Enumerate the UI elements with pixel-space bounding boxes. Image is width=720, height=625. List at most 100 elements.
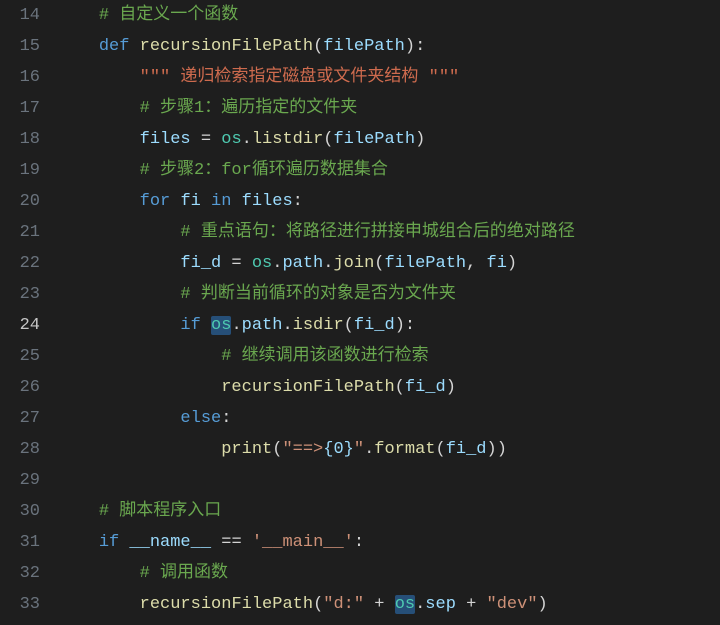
code-token: print <box>221 440 272 459</box>
code-token: ) <box>446 378 456 397</box>
line-number: 20 <box>0 186 58 217</box>
code-token: # 调用函数 <box>140 564 228 583</box>
code-token: : <box>354 533 364 552</box>
code-content[interactable]: """ 递归检索指定磁盘或文件夹结构 """ <box>58 62 720 93</box>
code-content[interactable]: def recursionFilePath(filePath): <box>58 31 720 62</box>
code-line[interactable]: 21 # 重点语句：将路径进行拼接申城组合后的绝对路径 <box>0 217 720 248</box>
code-token: ) <box>395 316 405 335</box>
code-line[interactable]: 17 # 步骤1：遍历指定的文件夹 <box>0 93 720 124</box>
code-token: . <box>282 316 292 335</box>
code-line[interactable]: 25 # 继续调用该函数进行检索 <box>0 341 720 372</box>
code-token: = <box>221 254 252 273</box>
code-line[interactable]: 33 recursionFilePath("d:" + os.sep + "de… <box>0 589 720 620</box>
code-content[interactable]: recursionFilePath("d:" + os.sep + "dev") <box>58 589 720 620</box>
code-line[interactable]: 20 for fi in files: <box>0 186 720 217</box>
code-content[interactable]: fi_d = os.path.join(filePath, fi) <box>58 248 720 279</box>
code-line[interactable]: 22 fi_d = os.path.join(filePath, fi) <box>0 248 720 279</box>
line-number: 27 <box>0 403 58 434</box>
code-token: fi_d <box>446 440 487 459</box>
line-number: 25 <box>0 341 58 372</box>
line-number: 14 <box>0 0 58 31</box>
line-number: 23 <box>0 279 58 310</box>
code-content[interactable]: # 重点语句：将路径进行拼接申城组合后的绝对路径 <box>58 217 720 248</box>
code-token: " <box>354 440 364 459</box>
code-token: . <box>323 254 333 273</box>
code-token: path <box>282 254 323 273</box>
code-token <box>58 37 99 56</box>
code-token <box>119 533 129 552</box>
code-token: # 步骤2：for循环遍历数据集合 <box>140 161 388 180</box>
code-token: . <box>231 316 241 335</box>
code-content[interactable]: files = os.listdir(filePath) <box>58 124 720 155</box>
code-line[interactable]: 32 # 调用函数 <box>0 558 720 589</box>
code-token <box>231 192 241 211</box>
code-token <box>58 192 140 211</box>
code-content[interactable]: # 自定义一个函数 <box>58 0 720 31</box>
code-line[interactable]: 15 def recursionFilePath(filePath): <box>0 31 720 62</box>
code-token: os <box>221 130 241 149</box>
code-token: ( <box>344 316 354 335</box>
line-number: 16 <box>0 62 58 93</box>
line-number: 15 <box>0 31 58 62</box>
code-content[interactable]: # 调用函数 <box>58 558 720 589</box>
code-line[interactable]: 29 <box>0 465 720 496</box>
line-number: 32 <box>0 558 58 589</box>
code-content[interactable] <box>58 465 720 496</box>
code-token <box>58 161 140 180</box>
code-line[interactable]: 19 # 步骤2：for循环遍历数据集合 <box>0 155 720 186</box>
code-line[interactable]: 26 recursionFilePath(fi_d) <box>0 372 720 403</box>
code-token: . <box>364 440 374 459</box>
code-token <box>58 223 180 242</box>
code-token: # 自定义一个函数 <box>99 6 238 25</box>
code-content[interactable]: # 继续调用该函数进行检索 <box>58 341 720 372</box>
line-number: 28 <box>0 434 58 465</box>
code-token: files <box>140 130 191 149</box>
code-token: recursionFilePath <box>140 595 313 614</box>
code-token: else <box>180 409 221 428</box>
line-number: 26 <box>0 372 58 403</box>
line-number: 21 <box>0 217 58 248</box>
code-line[interactable]: 14 # 自定义一个函数 <box>0 0 720 31</box>
code-token: filePath <box>323 37 405 56</box>
code-content[interactable]: else: <box>58 403 720 434</box>
code-token: if <box>99 533 119 552</box>
code-content[interactable]: # 步骤2：for循环遍历数据集合 <box>58 155 720 186</box>
code-token: {0} <box>323 440 354 459</box>
code-token: in <box>211 192 231 211</box>
code-token: )) <box>487 440 507 459</box>
code-token: ( <box>374 254 384 273</box>
code-token: path <box>242 316 283 335</box>
code-line[interactable]: 27 else: <box>0 403 720 434</box>
code-token <box>201 316 211 335</box>
code-line[interactable]: 16 """ 递归检索指定磁盘或文件夹结构 """ <box>0 62 720 93</box>
code-editor[interactable]: 14 # 自定义一个函数15 def recursionFilePath(fil… <box>0 0 720 620</box>
code-content[interactable]: # 步骤1：遍历指定的文件夹 <box>58 93 720 124</box>
code-token: ( <box>395 378 405 397</box>
code-content[interactable]: # 脚本程序入口 <box>58 496 720 527</box>
code-line[interactable]: 28 print("==>{0}".format(fi_d)) <box>0 434 720 465</box>
code-token <box>58 6 99 25</box>
code-content[interactable]: for fi in files: <box>58 186 720 217</box>
code-line[interactable]: 31 if __name__ == '__main__': <box>0 527 720 558</box>
code-token: . <box>272 254 282 273</box>
code-content[interactable]: recursionFilePath(fi_d) <box>58 372 720 403</box>
code-line[interactable]: 24 if os.path.isdir(fi_d): <box>0 310 720 341</box>
code-token: fi <box>487 254 507 273</box>
code-token <box>58 254 180 273</box>
code-token: ( <box>436 440 446 459</box>
code-content[interactable]: if os.path.isdir(fi_d): <box>58 310 720 341</box>
code-line[interactable]: 23 # 判断当前循环的对象是否为文件夹 <box>0 279 720 310</box>
code-token: os <box>395 595 415 614</box>
code-line[interactable]: 30 # 脚本程序入口 <box>0 496 720 527</box>
code-token: __name__ <box>129 533 211 552</box>
code-token <box>58 440 221 459</box>
code-content[interactable]: # 判断当前循环的对象是否为文件夹 <box>58 279 720 310</box>
code-token: ( <box>313 37 323 56</box>
code-token <box>58 533 99 552</box>
code-content[interactable]: if __name__ == '__main__': <box>58 527 720 558</box>
code-token <box>58 347 221 366</box>
code-token <box>58 316 180 335</box>
code-token: files <box>242 192 293 211</box>
code-line[interactable]: 18 files = os.listdir(filePath) <box>0 124 720 155</box>
code-content[interactable]: print("==>{0}".format(fi_d)) <box>58 434 720 465</box>
